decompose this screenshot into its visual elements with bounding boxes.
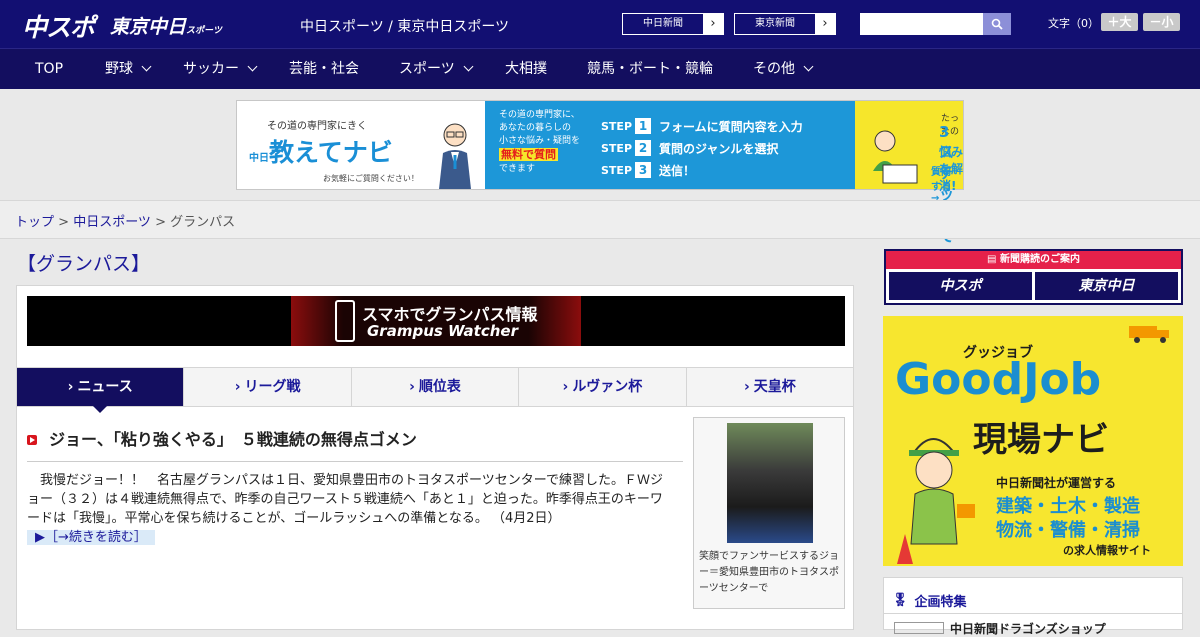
chusupo-logo[interactable]: 中スポ — [22, 8, 95, 44]
main-nav: TOP 野球 サッカー 芸能・社会 スポーツ 大相撲 競馬・ボート・競輪 その他 — [0, 48, 1200, 89]
site-title: 中日スポーツ / 東京中日スポーツ — [300, 19, 510, 35]
chevron-down-icon — [141, 61, 152, 72]
truck-icon — [1129, 326, 1169, 343]
newspaper-icon: ▤ — [987, 254, 1000, 265]
play-icon — [27, 435, 37, 445]
breadcrumb-current: グランパス — [170, 215, 236, 230]
chevron-down-icon — [247, 61, 258, 72]
category-tabs: › ニュース › リーグ戦 › 順位表 › ルヴァン杯 › 天皇杯 — [17, 367, 854, 413]
article-summary: 我慢だジョー！！ 名古屋グランパスは１日、愛知県豊田市のトヨタスポーツセンターで… — [27, 473, 663, 545]
banner-steps-panel: STEP 1 フォームに質問内容を入力 STEP 2 質問のジャンルを選択 STEP 3 送… — [595, 101, 855, 189]
tokyo-chunichi-logo[interactable]: 東京中日スポーツ — [110, 12, 222, 39]
chevron-right-icon: › — [409, 379, 415, 395]
subscribe-tokyo-chunichi-logo[interactable]: 東京中日 — [1035, 272, 1178, 300]
chevron-right-icon: › — [67, 379, 74, 395]
banner-intro-panel: その道の専門家に、 あなたの暮らしの 小さな悩み・疑問を 無料で質問 できます — [485, 101, 595, 189]
photo-caption: 笑顔でファンサービスするジョー＝愛知県豊田市のトヨタスポーツセンターで — [699, 551, 839, 594]
grampus-watcher-banner[interactable]: スマホでグランパス情報 Grampus Watcher — [27, 296, 845, 346]
search-button[interactable] — [983, 13, 1011, 35]
article-heading: ジョー、「粘り強くやる」 ５戦連続の無得点ゴメン — [27, 426, 683, 462]
header-bar: 中スポ 東京中日スポーツ 中日スポーツ / 東京中日スポーツ 中日新聞 › 東京… — [0, 0, 1200, 48]
nav-item-racing[interactable]: 競馬・ボート・競輪 — [587, 49, 713, 89]
ribbon-icon: 🎖 — [892, 592, 909, 608]
font-size-label: 文字（0） — [1048, 17, 1099, 30]
breadcrumb: トップ > 中日スポーツ > グランパス — [15, 215, 236, 230]
banner-brand-panel: その道の専門家にきく 中日教えてナビ お気軽にご質問ください！ — [237, 101, 485, 189]
nav-item-baseball[interactable]: 野球 — [105, 49, 152, 89]
search-icon — [991, 18, 1003, 30]
feature-item[interactable]: 中日新聞ドラゴンズショップ — [884, 614, 1182, 637]
subscription-title: ▤ 新聞購読のご案内 — [886, 251, 1181, 269]
nav-item-soccer[interactable]: サッカー — [183, 49, 258, 89]
tab-standings[interactable]: › 順位表 — [351, 368, 520, 406]
read-more-link[interactable]: ▶［→続きを読む］ — [27, 530, 155, 545]
tokyo-shimbun-link[interactable]: 東京新聞 › — [734, 13, 836, 35]
nav-item-sports[interactable]: スポーツ — [399, 49, 474, 89]
font-size-up-button[interactable]: ＋大 — [1101, 13, 1138, 31]
feature-section: 🎖 企画特集 中日新聞ドラゴンズショップ — [883, 577, 1183, 636]
subscribe-chusupo-logo[interactable]: 中スポ — [889, 272, 1032, 300]
banner-step: STEP 1 フォームに質問内容を入力 — [601, 118, 803, 134]
breadcrumb-bar: トップ > 中日スポーツ > グランパス — [0, 200, 1200, 239]
chevron-right-icon: › — [815, 14, 835, 34]
feature-thumbnail — [894, 622, 944, 634]
tab-league[interactable]: › リーグ戦 — [184, 368, 352, 406]
chevron-right-icon: › — [703, 14, 723, 34]
banner-step: STEP 3 送信！ — [601, 162, 696, 178]
nav-item-other[interactable]: その他 — [753, 49, 814, 89]
tab-levain-cup[interactable]: › ルヴァン杯 — [519, 368, 687, 406]
chevron-right-icon: › — [562, 379, 569, 395]
chevron-right-icon: › — [234, 379, 241, 395]
article-photo[interactable] — [727, 423, 813, 543]
nav-item-entertainment[interactable]: 芸能・社会 — [289, 49, 359, 89]
worker-illustration — [897, 438, 975, 564]
chunichi-shimbun-link[interactable]: 中日新聞 › — [622, 13, 724, 35]
banner-step: STEP 2 質問のジャンルを選択 — [601, 140, 779, 156]
main-panel: スマホでグランパス情報 Grampus Watcher › ニュース › リーグ戦 … — [16, 285, 854, 630]
article-photo-box: 笑顔でファンサービスするジョー＝愛知県豊田市のトヨタスポーツセンターで — [693, 417, 845, 609]
goodjob-navi-banner[interactable]: グッジョブ GoodJob 現場ナビ 中日新聞社が運営する 建築・土木・製造 物… — [883, 316, 1183, 566]
subscription-logos: 中スポ 東京中日 — [886, 269, 1181, 303]
breadcrumb-top-link[interactable]: トップ — [15, 215, 54, 230]
tab-news[interactable]: › ニュース — [17, 368, 185, 413]
nav-item-top[interactable]: TOP — [35, 49, 63, 89]
consultant-illustration — [439, 123, 471, 189]
banner-cta-panel: たったの 3ステップで 悩みを解消! 質問する → — [855, 101, 963, 245]
oshiete-navi-banner[interactable]: その道の専門家にきく 中日教えてナビ お気軽にご質問ください！ その道の専門家に… — [236, 100, 964, 245]
search-input[interactable] — [860, 13, 983, 35]
font-size-down-button[interactable]: －小 — [1143, 13, 1180, 31]
nav-item-sumo[interactable]: 大相撲 — [505, 49, 547, 89]
article-title-link[interactable]: ジョー、「粘り強くやる」 ５戦連続の無得点ゴメン — [49, 426, 417, 450]
subscription-box[interactable]: ▤ 新聞購読のご案内 中スポ 東京中日 — [884, 249, 1183, 305]
chevron-down-icon — [463, 61, 474, 72]
banner-brand: 中日教えてナビ — [249, 138, 393, 167]
page-title: 【グランパス】 — [17, 253, 151, 275]
tab-emperors-cup[interactable]: › 天皇杯 — [686, 368, 854, 406]
chevron-right-icon: › — [743, 379, 750, 395]
chevron-down-icon — [803, 61, 814, 72]
breadcrumb-chunichi-sports-link[interactable]: 中日スポーツ — [73, 215, 151, 230]
feature-heading: 🎖 企画特集 — [884, 578, 1182, 614]
smartphone-icon — [335, 300, 355, 342]
laptop-person-illustration — [873, 130, 918, 184]
